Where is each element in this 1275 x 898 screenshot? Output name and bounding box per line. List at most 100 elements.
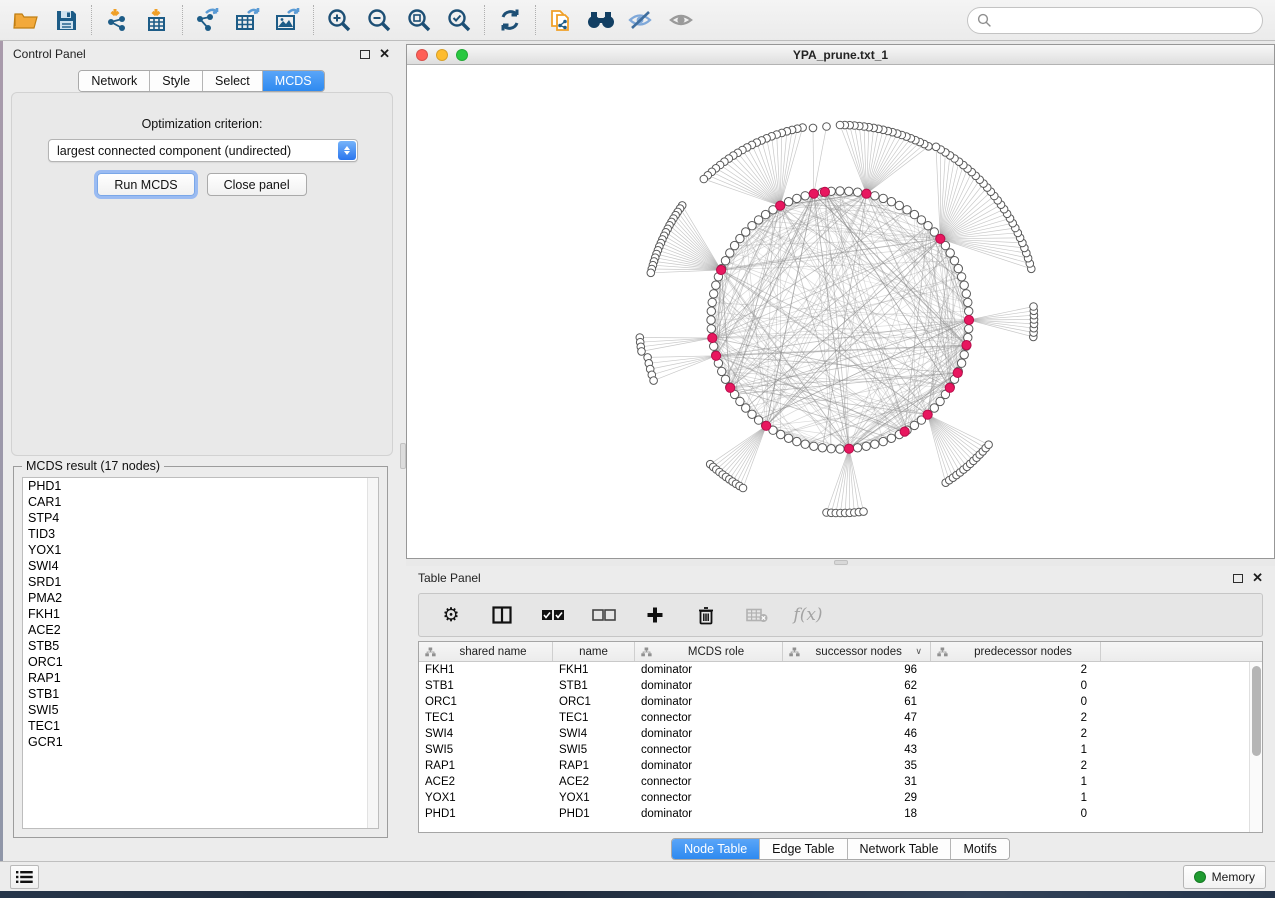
select-all-columns-button[interactable]: [541, 602, 565, 628]
leaf-node[interactable]: [860, 508, 868, 516]
result-node-item[interactable]: RAP1: [23, 670, 378, 686]
ring-node[interactable]: [879, 437, 887, 445]
global-search-field[interactable]: [967, 7, 1263, 34]
memory-button[interactable]: Memory: [1183, 865, 1266, 889]
mcds-hub-node[interactable]: [820, 187, 829, 196]
ring-node[interactable]: [903, 206, 911, 214]
ring-node[interactable]: [836, 445, 844, 453]
ring-node[interactable]: [862, 442, 870, 450]
table-options-gear-button[interactable]: ⚙: [439, 602, 463, 628]
splitter-handle[interactable]: [834, 560, 848, 565]
ring-node[interactable]: [793, 194, 801, 202]
ring-node[interactable]: [871, 440, 879, 448]
tab-mcds[interactable]: MCDS: [263, 71, 324, 91]
table-row[interactable]: SWI4SWI4dominator462: [419, 726, 1249, 742]
result-node-item[interactable]: GCR1: [23, 734, 378, 750]
scrollbar-thumb[interactable]: [1252, 666, 1261, 756]
float-panel-icon[interactable]: [360, 50, 370, 59]
close-panel-button[interactable]: Close panel: [207, 173, 307, 196]
mcds-result-list[interactable]: PHD1CAR1STP4TID3YOX1SWI4SRD1PMA2FKH1ACE2…: [22, 477, 379, 829]
tab-edge-table[interactable]: Edge Table: [760, 839, 847, 859]
result-node-item[interactable]: TEC1: [23, 718, 378, 734]
table-row[interactable]: RAP1RAP1dominator352: [419, 758, 1249, 774]
add-column-button[interactable]: [643, 602, 667, 628]
result-node-item[interactable]: PHD1: [23, 478, 378, 494]
leaf-node[interactable]: [809, 124, 817, 132]
leaf-node[interactable]: [1030, 303, 1038, 311]
hide-selected-button[interactable]: [621, 3, 661, 37]
show-columns-button[interactable]: [490, 602, 514, 628]
zoom-out-button[interactable]: [359, 3, 399, 37]
ring-node[interactable]: [742, 404, 750, 412]
column-header-predecessor-nodes[interactable]: predecessor nodes: [931, 642, 1101, 661]
tab-network-table[interactable]: Network Table: [848, 839, 952, 859]
ring-node[interactable]: [707, 307, 715, 315]
ring-node[interactable]: [957, 273, 965, 281]
table-row[interactable]: PHD1PHD1dominator180: [419, 806, 1249, 822]
ring-node[interactable]: [954, 264, 962, 272]
close-panel-icon[interactable]: ✕: [1252, 573, 1263, 583]
search-network-button[interactable]: [581, 3, 621, 37]
criterion-dropdown[interactable]: largest connected component (undirected): [48, 139, 358, 162]
ring-node[interactable]: [853, 188, 861, 196]
ring-node[interactable]: [960, 281, 968, 289]
ring-node[interactable]: [721, 375, 729, 383]
tab-node-table[interactable]: Node Table: [672, 839, 760, 859]
table-row[interactable]: STB1STB1dominator620: [419, 678, 1249, 694]
ring-node[interactable]: [777, 430, 785, 438]
ring-node[interactable]: [707, 325, 715, 333]
leaf-node[interactable]: [836, 121, 844, 129]
result-node-item[interactable]: STB1: [23, 686, 378, 702]
ring-node[interactable]: [784, 434, 792, 442]
network-graph[interactable]: [407, 65, 1274, 558]
result-node-item[interactable]: CAR1: [23, 494, 378, 510]
network-window-titlebar[interactable]: YPA_prune.txt_1: [407, 45, 1274, 65]
mcds-hub-node[interactable]: [844, 444, 853, 453]
apply-function-button[interactable]: f(x): [796, 602, 820, 628]
export-network-button[interactable]: [188, 3, 228, 37]
clone-network-button[interactable]: [541, 3, 581, 37]
open-file-button[interactable]: [6, 3, 46, 37]
ring-node[interactable]: [708, 298, 716, 306]
float-panel-icon[interactable]: [1233, 574, 1243, 583]
delete-column-button[interactable]: [694, 602, 718, 628]
leaf-node[interactable]: [700, 175, 708, 183]
table-row[interactable]: YOX1YOX1connector291: [419, 790, 1249, 806]
table-row[interactable]: ORC1ORC1dominator610: [419, 694, 1249, 710]
leaf-node[interactable]: [823, 123, 831, 131]
result-node-item[interactable]: STB5: [23, 638, 378, 654]
ring-node[interactable]: [895, 201, 903, 209]
run-mcds-button[interactable]: Run MCDS: [97, 173, 194, 196]
ring-node[interactable]: [960, 351, 968, 359]
mcds-hub-node[interactable]: [945, 383, 954, 392]
column-header-name[interactable]: name: [553, 642, 635, 661]
ring-node[interactable]: [818, 444, 826, 452]
ring-node[interactable]: [710, 342, 718, 350]
save-session-button[interactable]: [46, 3, 86, 37]
ring-node[interactable]: [710, 290, 718, 298]
ring-node[interactable]: [718, 367, 726, 375]
ring-node[interactable]: [853, 444, 861, 452]
ring-node[interactable]: [726, 249, 734, 257]
mcds-hub-node[interactable]: [936, 234, 945, 243]
show-all-button[interactable]: [661, 3, 701, 37]
ring-node[interactable]: [964, 298, 972, 306]
show-panels-menu-button[interactable]: [10, 865, 39, 889]
zoom-in-button[interactable]: [319, 3, 359, 37]
result-node-item[interactable]: STP4: [23, 510, 378, 526]
ring-node[interactable]: [965, 307, 973, 315]
ring-node[interactable]: [887, 434, 895, 442]
ring-node[interactable]: [950, 257, 958, 265]
result-node-item[interactable]: PMA2: [23, 590, 378, 606]
import-network-button[interactable]: [97, 3, 137, 37]
table-row[interactable]: TEC1TEC1connector472: [419, 710, 1249, 726]
table-scrollbar[interactable]: [1249, 662, 1262, 832]
ring-node[interactable]: [712, 281, 720, 289]
import-table-button[interactable]: [137, 3, 177, 37]
ring-node[interactable]: [845, 187, 853, 195]
mcds-hub-node[interactable]: [776, 201, 785, 210]
ring-node[interactable]: [707, 316, 715, 324]
result-node-item[interactable]: ACE2: [23, 622, 378, 638]
tab-select[interactable]: Select: [203, 71, 263, 91]
zoom-fit-button[interactable]: [399, 3, 439, 37]
